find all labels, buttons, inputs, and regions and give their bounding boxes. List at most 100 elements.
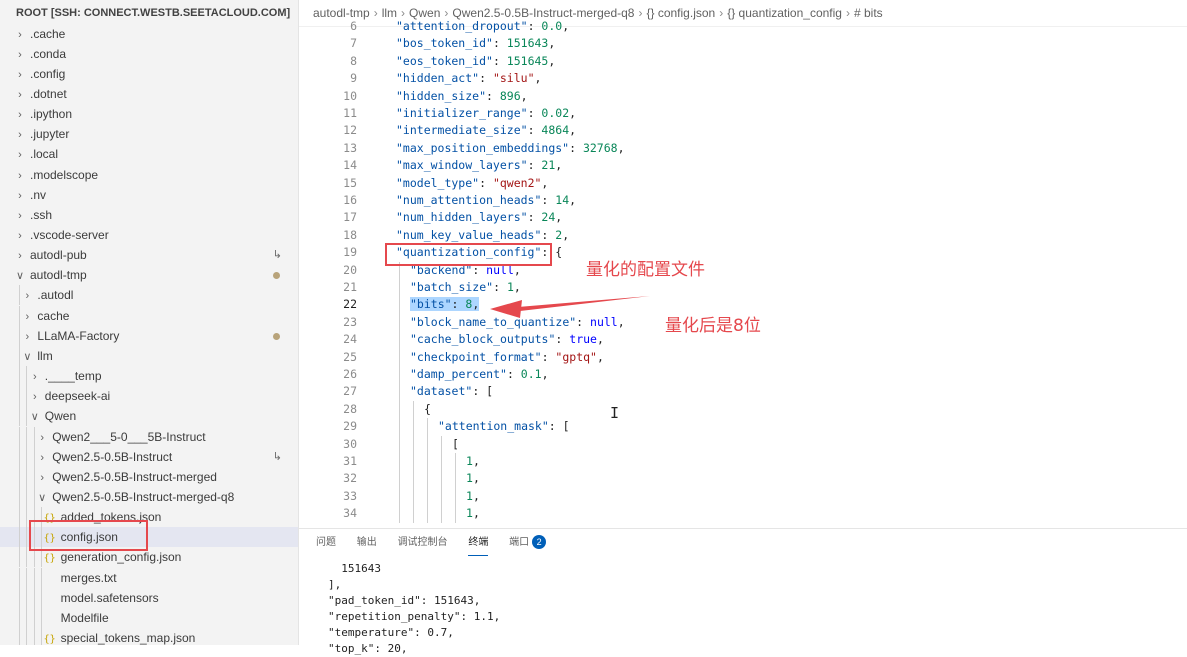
indent-guide xyxy=(399,470,400,488)
tree-item-ipython[interactable]: › .ipython xyxy=(0,104,298,124)
indent-guide xyxy=(441,487,442,506)
line-number: 24 xyxy=(343,332,357,347)
indent-guide xyxy=(399,313,400,332)
tree-item-special-tokens-map-json[interactable]: {} special_tokens_map.json xyxy=(0,628,298,645)
indent-guide xyxy=(19,285,20,306)
tree-item-autodl-tmp[interactable]: ∨ autodl-tmp xyxy=(0,265,298,285)
tree-item-autodl[interactable]: › .autodl xyxy=(0,285,298,306)
tree-item-qwen2-5-0-5b-instruct-merged[interactable]: › Qwen2.5-0.5B-Instruct-merged xyxy=(0,466,298,487)
tree-item-temp[interactable]: › .____temp xyxy=(0,366,298,387)
tree-item-ssh[interactable]: › .ssh xyxy=(0,205,298,225)
tree-item-config[interactable]: › .config xyxy=(0,64,298,84)
tree-item-qwen2-5-0-5b-instruct[interactable]: › Qwen2.5-0.5B-Instruct ↳ xyxy=(0,446,298,467)
code-line[interactable]: 13 "max_position_embeddings": 32768, xyxy=(299,140,1187,157)
code-line[interactable]: 31 1, xyxy=(299,453,1187,471)
json-punct: , xyxy=(472,488,480,503)
code-line[interactable]: 29 "attention_mask": [ xyxy=(299,418,1187,436)
tree-item-llama-factory[interactable]: › LLaMA-Factory xyxy=(0,325,298,346)
tree-item-qwen2-5-0-5b-instruct-merged-q8[interactable]: ∨ Qwen2.5-0.5B-Instruct-merged-q8 xyxy=(0,486,298,507)
modified-dot-icon xyxy=(273,272,280,280)
code-line[interactable]: 21 "batch_size": 1, xyxy=(299,279,1187,297)
tree-item-deepseek-ai[interactable]: › deepseek-ai xyxy=(0,386,298,407)
tree-item-label: Qwen2.5-0.5B-Instruct xyxy=(52,449,173,464)
tree-item-conda[interactable]: › .conda xyxy=(0,44,298,64)
code-line[interactable]: 10 "hidden_size": 896, xyxy=(299,88,1187,105)
code-line[interactable]: 8 "eos_token_id": 151645, xyxy=(299,53,1187,70)
json-punct: , xyxy=(569,123,577,138)
code-line[interactable]: 33 1, xyxy=(299,487,1187,506)
json-value: 151645 xyxy=(506,53,549,68)
chevron-right-icon: › xyxy=(18,68,22,81)
code-line[interactable]: 28 { xyxy=(299,400,1187,419)
indent-guide xyxy=(19,587,20,608)
tab-output[interactable]: 输出 xyxy=(357,529,377,557)
code-line[interactable]: 32 1, xyxy=(299,470,1187,488)
code-view[interactable]: 6 "attention_dropout": 0.0, 7 "bos_token_id… xyxy=(299,18,1187,528)
terminal-line: "top_k": 20, xyxy=(328,642,408,655)
tab-problems[interactable]: 问题 xyxy=(316,529,336,557)
json-value: true xyxy=(569,332,597,347)
code-text: "model_type": "qwen2", xyxy=(396,175,549,190)
tree-item-model-safetensors[interactable]: model.safetensors xyxy=(0,587,298,608)
chevron-right-icon: › xyxy=(18,209,22,222)
tree-item-autodl-pub[interactable]: › autodl-pub ↳ xyxy=(0,245,298,265)
tree-item-dotnet[interactable]: › .dotnet xyxy=(0,84,298,104)
indent-guide xyxy=(19,527,20,548)
line-number: 27 xyxy=(343,384,357,399)
json-value: 0.0 xyxy=(541,19,563,33)
json-key: "model_type" xyxy=(396,175,480,190)
tree-item-modelfile[interactable]: Modelfile xyxy=(0,607,298,628)
code-line[interactable]: 7 "bos_token_id": 151643, xyxy=(299,35,1187,52)
tree-item-cache[interactable]: › cache xyxy=(0,305,298,326)
code-line[interactable]: 6 "attention_dropout": 0.0, xyxy=(299,18,1187,35)
tree-item-local[interactable]: › .local xyxy=(0,144,298,164)
code-text: "initializer_range": 0.02, xyxy=(396,106,577,120)
tab-ports[interactable]: 端口 2 xyxy=(509,529,547,557)
quantization-config-highlight-box xyxy=(385,243,552,266)
tree-item-label: .cache xyxy=(30,26,66,41)
tree-item-qwen2-5-0-5b-instruct[interactable]: › Qwen2___5-0___5B-Instruct xyxy=(0,426,298,447)
code-line[interactable]: 14 "max_window_layers": 21, xyxy=(299,157,1187,174)
tree-item-label: .local xyxy=(30,147,59,162)
tree-item-vscode-server[interactable]: › .vscode-server xyxy=(0,225,298,245)
code-line[interactable]: 27 "dataset": [ xyxy=(299,383,1187,401)
bottom-panel: 问题 输出 调试控制台 终端 端口 2 151643], "pad_token_id… xyxy=(299,528,1187,655)
code-line[interactable]: 34 1, xyxy=(299,505,1187,523)
code-line[interactable]: 11 "initializer_range": 0.02, xyxy=(299,105,1187,122)
line-number: 9 xyxy=(350,71,357,86)
tree-item-jupyter[interactable]: › .jupyter xyxy=(0,124,298,144)
json-punct: , xyxy=(617,140,625,155)
tree-item-merges-txt[interactable]: merges.txt xyxy=(0,567,298,588)
code-line[interactable]: 18 "num_key_value_heads": 2, xyxy=(299,227,1187,244)
json-punct: , xyxy=(548,53,556,68)
tree-item-nv[interactable]: › .nv xyxy=(0,185,298,205)
code-line[interactable]: 15 "model_type": "qwen2", xyxy=(299,175,1187,192)
code-line[interactable]: 12 "intermediate_size": 4864, xyxy=(299,122,1187,139)
tab-terminal[interactable]: 终端 xyxy=(468,531,489,556)
code-line[interactable]: 26 "damp_percent": 0.1, xyxy=(299,366,1187,384)
line-number: 26 xyxy=(343,367,357,381)
explorer-root-header[interactable]: ROOT [SSH: CONNECT.WESTB.SEETACLOUD.COM] xyxy=(0,0,298,26)
code-line[interactable]: 17 "num_hidden_layers": 24, xyxy=(299,209,1187,226)
tree-item-modelscope[interactable]: › .modelscope xyxy=(0,165,298,185)
tree-item-llm[interactable]: ∨ llm xyxy=(0,345,298,366)
chevron-down-icon: ∨ xyxy=(23,350,32,363)
tree-item-label: LLaMA-Factory xyxy=(37,328,120,343)
code-line[interactable]: 25 "checkpoint_format": "gptq", xyxy=(299,348,1187,366)
code-line[interactable]: 30 [ xyxy=(299,435,1187,453)
tab-debug-console[interactable]: 调试控制台 xyxy=(398,529,448,557)
json-value: 14 xyxy=(555,193,570,207)
line-number: 28 xyxy=(343,401,357,416)
line-number: 12 xyxy=(343,123,357,138)
tree-item-label: .autodl xyxy=(37,288,74,303)
indent-guide xyxy=(413,470,414,488)
tree-item-label: .dotnet xyxy=(30,86,67,101)
line-number: 32 xyxy=(343,471,357,486)
chevron-right-icon: › xyxy=(40,471,45,484)
code-line[interactable]: 9 "hidden_act": "silu", xyxy=(299,70,1187,87)
tree-item-qwen[interactable]: ∨ Qwen xyxy=(0,406,298,427)
code-line[interactable]: 16 "num_attention_heads": 14, xyxy=(299,192,1187,209)
code-text: "num_key_value_heads": 2, xyxy=(396,227,570,242)
tree-item-cache[interactable]: › .cache xyxy=(0,24,298,44)
code-text: "attention_mask": [ xyxy=(438,419,570,434)
